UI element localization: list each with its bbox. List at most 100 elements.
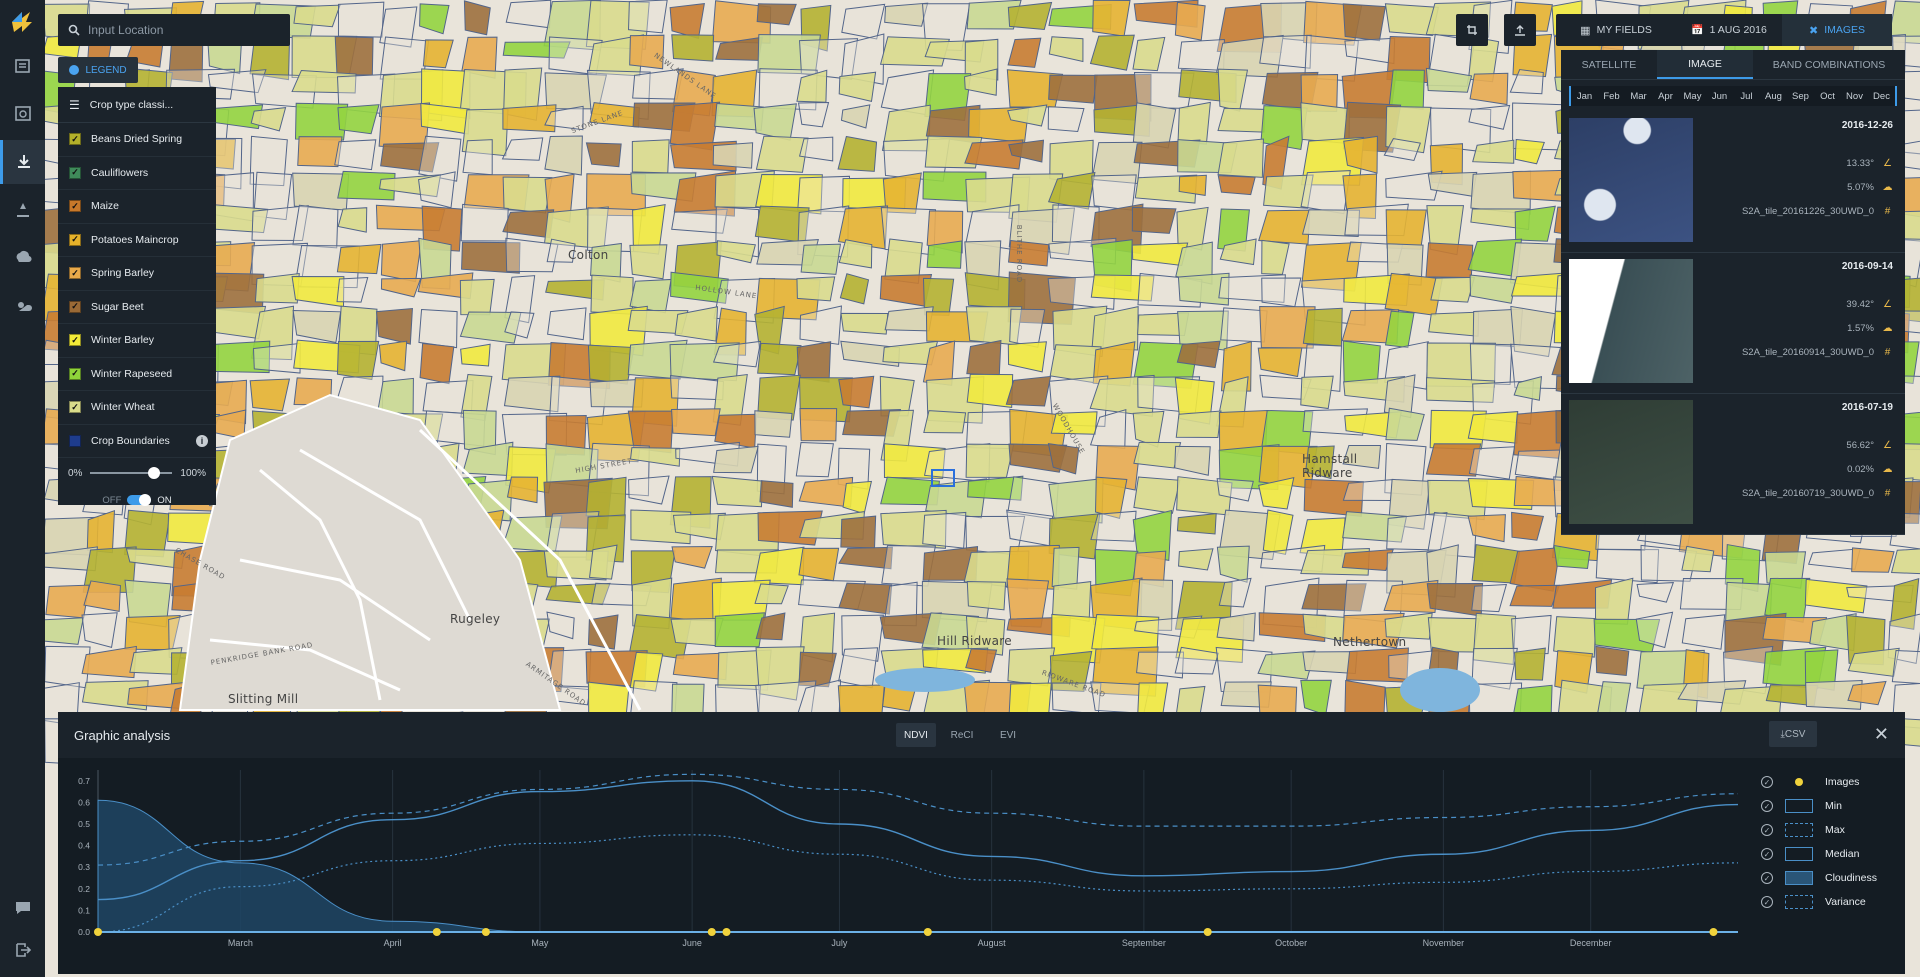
image-date-marker[interactable]	[481, 928, 490, 936]
image-card[interactable]: 2016-09-14 39.42° ∠ 1.57% ☁ S2A_tile_20160914…	[1561, 253, 1905, 394]
legend-checkbox[interactable]: ✓	[69, 300, 81, 313]
image-date-marker[interactable]	[923, 928, 932, 936]
info-icon[interactable]: i	[196, 434, 208, 447]
month-jun[interactable]: Jun	[1706, 86, 1733, 106]
image-angle: 56.62° ∠	[1846, 440, 1893, 451]
month-feb[interactable]: Feb	[1598, 86, 1625, 106]
logout-icon[interactable]	[0, 928, 45, 972]
legend-item[interactable]: ✓ Winter Rapeseed	[58, 358, 216, 391]
month-apr[interactable]: Apr	[1652, 86, 1679, 106]
month-mar[interactable]: Mar	[1625, 86, 1652, 106]
index-tab-ndvi[interactable]: NDVI	[896, 723, 936, 747]
image-angle: 39.42° ∠	[1846, 299, 1893, 310]
app-logo[interactable]	[8, 8, 36, 36]
legend-item[interactable]: ✓ Potatoes Maincrop	[58, 224, 216, 257]
legend-checkbox[interactable]: ✓	[69, 401, 81, 414]
legend-item[interactable]: ✓ Winter Wheat	[58, 391, 216, 425]
image-tile: S2A_tile_20161226_30UWD_0 #	[1742, 206, 1893, 217]
image-date-marker[interactable]	[1709, 928, 1718, 936]
legend-item[interactable]: ✓ Winter Barley	[58, 324, 216, 358]
legend-checkbox[interactable]: ✓	[69, 367, 81, 380]
image-date-marker[interactable]	[432, 928, 441, 936]
tab-image[interactable]: IMAGE	[1657, 50, 1753, 79]
fields-icon[interactable]	[0, 44, 45, 88]
legend-checkbox[interactable]: ✓	[69, 200, 81, 213]
soil-icon[interactable]	[0, 188, 45, 232]
image-thumbnail[interactable]	[1569, 400, 1693, 524]
legend-item[interactable]: ✓ Cauliflowers	[58, 157, 216, 190]
month-oct[interactable]: Oct	[1814, 86, 1841, 106]
image-date-marker[interactable]	[707, 928, 716, 936]
check-circle-icon[interactable]: ✓	[1761, 896, 1773, 908]
feedback-icon[interactable]	[0, 886, 45, 930]
check-circle-icon[interactable]: ✓	[1761, 776, 1773, 788]
csv-export-button[interactable]: ⤓CSV	[1769, 721, 1817, 747]
tile-grid-icon: #	[1884, 347, 1891, 358]
legend-item[interactable]: ✓ Sugar Beet	[58, 291, 216, 324]
download-icon[interactable]	[0, 140, 45, 184]
series-max[interactable]	[97, 773, 1738, 866]
my-fields-button[interactable]: ▦ MY FIELDS	[1556, 14, 1676, 46]
month-may[interactable]: May	[1679, 86, 1706, 106]
chart-legend-item[interactable]: ✓ Median	[1761, 842, 1901, 866]
legend-item-crop-boundaries[interactable]: Crop Boundaries i	[58, 425, 216, 458]
layer-toggle[interactable]	[127, 494, 152, 506]
legend-item[interactable]: ✓ Maize	[58, 190, 216, 224]
legend-checkbox[interactable]: ✓	[69, 233, 81, 246]
image-thumbnail[interactable]	[1569, 259, 1693, 383]
month-jan[interactable]: Jan	[1571, 86, 1598, 106]
ndvi-chart[interactable]: March April May June July August September Octo…	[58, 758, 1738, 974]
month-aug[interactable]: Aug	[1760, 86, 1787, 106]
legend-checkbox[interactable]: ✓	[69, 334, 81, 347]
opacity-slider[interactable]	[90, 467, 173, 479]
check-circle-icon[interactable]: ✓	[1761, 848, 1773, 860]
image-card[interactable]: 2016-07-19 56.62° ∠ 0.02% ☁ S2A_tile_20160719…	[1561, 394, 1905, 535]
chart-legend-item[interactable]: ✓ Cloudiness	[1761, 866, 1901, 890]
legend-item[interactable]: ✓ Beans Dried Spring	[58, 123, 216, 157]
chart-legend-item[interactable]: ✓ Min	[1761, 794, 1901, 818]
image-card[interactable]: 2016-12-26 13.33° ∠ 5.07% ☁ S2A_tile_20161226…	[1561, 112, 1905, 253]
tab-satellite[interactable]: SATELLITE	[1561, 50, 1657, 79]
chart-legend-item[interactable]: ✓ Max	[1761, 818, 1901, 842]
month-dec[interactable]: Dec	[1868, 86, 1895, 106]
date-picker-button[interactable]: 📅 1 AUG 2016	[1676, 14, 1782, 46]
index-tab-reci[interactable]: ReCI	[942, 723, 982, 747]
sun-icon[interactable]	[0, 284, 45, 328]
month-jul[interactable]: Jul	[1733, 86, 1760, 106]
chart-legend-item[interactable]: ✓ Images	[1761, 770, 1901, 794]
close-icon[interactable]: ✕	[1874, 724, 1889, 745]
check-circle-icon[interactable]: ✓	[1761, 824, 1773, 836]
series-cloudiness[interactable]	[97, 799, 1738, 933]
legend-toggle-button[interactable]: LEGEND	[58, 57, 138, 83]
opacity-slider-handle[interactable]	[148, 467, 161, 479]
month-nov[interactable]: Nov	[1841, 86, 1868, 106]
image-date-marker[interactable]	[1203, 928, 1212, 936]
weather-icon[interactable]	[0, 236, 45, 280]
tab-band-combinations[interactable]: BAND COMBINATIONS	[1753, 50, 1905, 79]
legend-checkbox[interactable]: ✓	[69, 267, 81, 280]
images-button[interactable]: ✖ IMAGES	[1782, 14, 1892, 46]
chart-legend-item[interactable]: ✓ Variance	[1761, 890, 1901, 914]
legend-layer-header[interactable]: ☰ Crop type classi...	[58, 87, 216, 123]
location-search[interactable]	[58, 14, 290, 46]
index-tab-evi[interactable]: EVI	[988, 723, 1028, 747]
legend-panel: ☰ Crop type classi... ✓ Beans Dried Sprin…	[58, 87, 216, 506]
month-sep[interactable]: Sep	[1787, 86, 1814, 106]
series-swatch	[1785, 823, 1813, 837]
legend-swatch[interactable]	[69, 434, 81, 447]
series-median[interactable]	[97, 780, 1738, 901]
search-input[interactable]	[88, 23, 278, 37]
upload-button[interactable]	[1504, 14, 1536, 46]
crop-select-button[interactable]	[1456, 14, 1488, 46]
image-thumbnail[interactable]	[1569, 118, 1693, 242]
legend-checkbox[interactable]: ✓	[69, 166, 81, 179]
analytics-icon[interactable]	[0, 92, 45, 136]
legend-checkbox[interactable]: ✓	[69, 133, 81, 146]
image-date-marker[interactable]	[722, 928, 731, 936]
month-selector[interactable]: Jan Feb Mar Apr May Jun Jul Aug Sep Oct Nov Dec	[1569, 86, 1897, 106]
check-circle-icon[interactable]: ✓	[1761, 872, 1773, 884]
image-date-marker[interactable]	[94, 928, 102, 936]
check-circle-icon[interactable]: ✓	[1761, 800, 1773, 812]
legend-item[interactable]: ✓ Spring Barley	[58, 257, 216, 291]
y-tick-label: 0.0	[78, 927, 90, 937]
